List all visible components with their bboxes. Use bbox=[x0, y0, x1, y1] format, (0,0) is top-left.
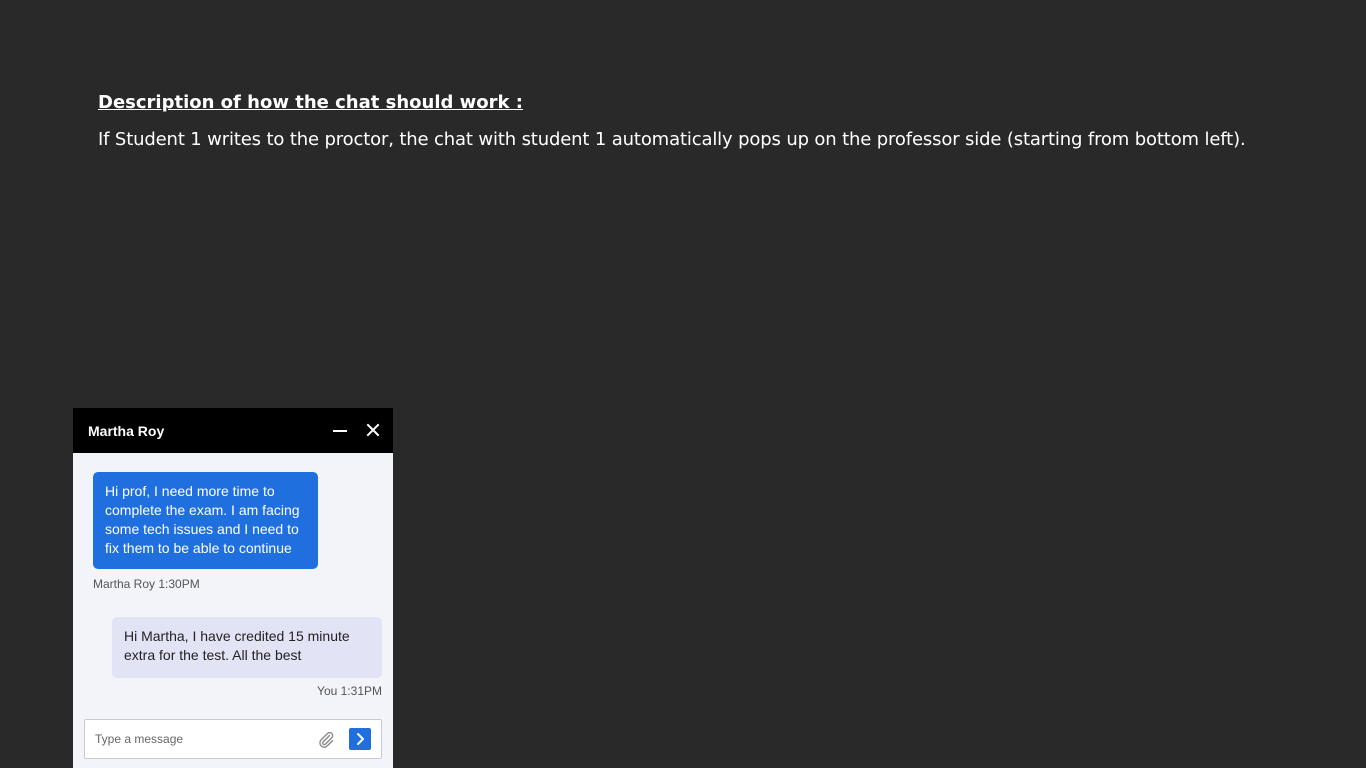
incoming-message-meta: Martha Roy 1:30PM bbox=[93, 577, 200, 591]
chevron-right-icon bbox=[357, 733, 364, 745]
close-icon[interactable] bbox=[363, 420, 383, 440]
description-body: If Student 1 writes to the proctor, the … bbox=[98, 129, 1246, 150]
minimize-icon[interactable] bbox=[330, 420, 350, 440]
chat-header: Martha Roy bbox=[73, 408, 393, 453]
message-composer bbox=[84, 719, 382, 759]
outgoing-message-meta: You 1:31PM bbox=[317, 684, 382, 698]
incoming-message-bubble: Hi prof, I need more time to complete th… bbox=[93, 472, 318, 569]
paperclip-icon[interactable] bbox=[316, 729, 336, 749]
outgoing-message-bubble: Hi Martha, I have credited 15 minute ext… bbox=[112, 617, 382, 678]
chat-contact-name: Martha Roy bbox=[88, 422, 165, 439]
description-section: Description of how the chat should work … bbox=[98, 90, 1298, 153]
message-input[interactable] bbox=[95, 729, 305, 749]
chat-window: Martha Roy Hi prof, I need more time to … bbox=[73, 408, 393, 768]
description-title: Description of how the chat should work … bbox=[98, 92, 523, 113]
send-button[interactable] bbox=[349, 728, 371, 750]
